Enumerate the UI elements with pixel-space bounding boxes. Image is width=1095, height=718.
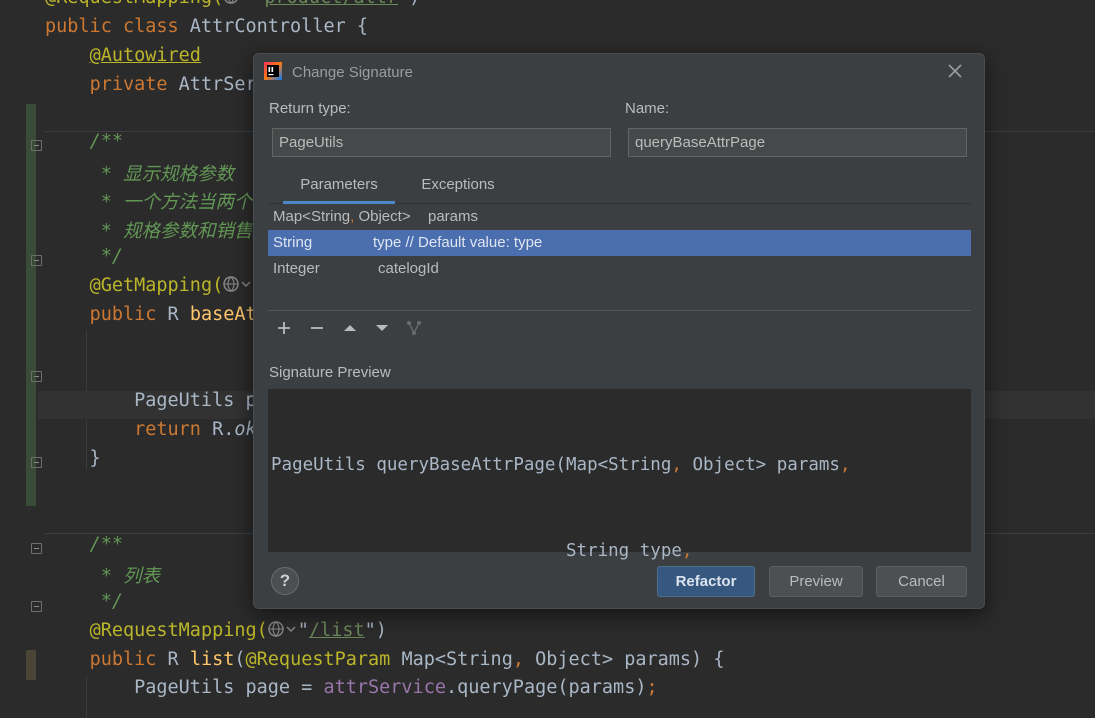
code-line: @RequestMapping("product/attr") [45, 0, 420, 8]
return-type-label: Return type: [269, 100, 351, 117]
signature-line: PageUtils queryBaseAttrPage(Map<String, … [271, 454, 851, 475]
fold-icon[interactable] [31, 543, 42, 554]
tab-bar: Parameters Exceptions [269, 170, 971, 204]
parameters-toolbar [268, 310, 971, 344]
fold-icon[interactable] [31, 371, 42, 382]
code-line: @RequestMapping("/list") [89, 620, 387, 641]
code-line: */ [100, 246, 123, 267]
code-line: public R list(@RequestParam Map<String, … [89, 649, 725, 670]
return-type-field[interactable]: PageUtils [272, 128, 611, 157]
parameter-type: String [273, 234, 313, 251]
code-line: PageUtils p [45, 390, 257, 411]
signature-preview: PageUtils queryBaseAttrPage(Map<String, … [268, 389, 971, 561]
dialog-title: Change Signature [292, 64, 413, 81]
globe-icon[interactable] [268, 620, 298, 641]
parameter-name: catelogId [378, 260, 439, 277]
remove-icon[interactable] [307, 318, 327, 338]
refactor-button[interactable]: Refactor [657, 566, 755, 597]
code-line: /** [89, 131, 123, 152]
code-line: private AttrSer [89, 74, 257, 95]
method-name-field[interactable]: queryBaseAttrPage [628, 128, 967, 157]
code-line: } [45, 448, 101, 469]
parameter-type: Integer [273, 260, 320, 277]
dialog-titlebar[interactable]: Change Signature [254, 54, 984, 90]
move-down-icon[interactable] [372, 318, 392, 338]
parameter-name: type // Default value: type [373, 234, 543, 251]
code-line: public class AttrController { [45, 16, 369, 37]
globe-icon[interactable] [223, 275, 253, 296]
parameter-row[interactable]: Map<String, Object> params [268, 204, 971, 230]
fold-icon[interactable] [31, 601, 42, 612]
parameter-row-selected[interactable]: String type // Default value: type [268, 230, 971, 256]
vcs-change-bar [26, 104, 36, 506]
code-line: PageUtils page = attrService.queryPage(p… [45, 677, 658, 698]
close-icon[interactable] [946, 62, 964, 80]
code-line: @Autowired [89, 45, 201, 66]
globe-icon[interactable] [223, 0, 253, 8]
signature-preview-label: Signature Preview [269, 364, 391, 381]
vcs-change-bar [26, 650, 36, 680]
parameter-row[interactable]: Integer catelogId [268, 256, 971, 282]
add-icon[interactable] [274, 318, 294, 338]
help-button[interactable]: ? [271, 567, 299, 595]
code-line: @GetMapping( [45, 275, 253, 296]
preview-button[interactable]: Preview [769, 566, 863, 597]
fold-icon[interactable] [31, 457, 42, 468]
code-line: * 规格参数和销售 [100, 221, 253, 242]
fold-icon[interactable] [31, 255, 42, 266]
propagate-icon[interactable] [404, 318, 424, 338]
name-label: Name: [625, 100, 670, 117]
parameters-table: Map<String, Object> params String type /… [268, 204, 971, 310]
code-line: return R.ok [134, 419, 257, 440]
cancel-button[interactable]: Cancel [876, 566, 967, 597]
code-line: * 显示规格参数 [100, 164, 234, 185]
signature-line: String type, [271, 540, 693, 561]
parameter-type: Map<String, Object> [273, 208, 411, 225]
code-line: * 列表 [100, 566, 160, 587]
code-line: * 一个方法当两个 [100, 192, 253, 213]
move-up-icon[interactable] [340, 318, 360, 338]
change-signature-dialog: Change Signature Return type: Name: Page… [253, 53, 985, 609]
fold-icon[interactable] [31, 140, 42, 151]
tab-parameters[interactable]: Parameters [283, 170, 395, 204]
tab-exceptions[interactable]: Exceptions [407, 170, 509, 204]
intellij-logo-icon [264, 62, 282, 80]
code-line: */ [100, 591, 123, 612]
parameter-name: params [428, 208, 479, 225]
code-line: /** [89, 534, 123, 555]
code-line: public R baseAt [89, 304, 257, 325]
